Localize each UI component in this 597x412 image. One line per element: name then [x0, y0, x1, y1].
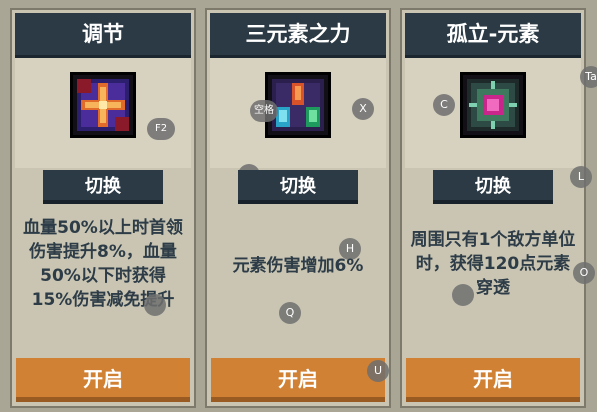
icon-panel: C R — [405, 58, 581, 192]
card-description: 元素伤害增加6% — [232, 256, 364, 276]
toggle-button[interactable]: 切换 — [43, 170, 163, 204]
open-button[interactable]: 开启 — [406, 358, 580, 402]
icon-panel: F2 — [15, 58, 191, 168]
u-key-hint: U — [367, 360, 389, 382]
isolated-element-icon — [460, 72, 526, 138]
card-title: 三元素之力 — [210, 13, 386, 58]
icon-panel: 空格 X Z — [210, 58, 386, 186]
card-description: 周围只有1个敌方单位时，获得120点元素穿透 — [410, 230, 576, 298]
open-button[interactable]: 开启 — [16, 358, 190, 402]
toggle-button[interactable]: 切换 — [238, 170, 358, 204]
card-tri-element: 三元素之力 空格 X Z 切换 H 元素伤害增加6% Q 开启 U — [205, 8, 391, 408]
key-hint-dot — [452, 284, 474, 306]
key-hint-dot — [144, 294, 166, 316]
space-key-hint: 空格 — [250, 100, 278, 122]
c-key-hint: C — [433, 94, 455, 116]
card-isolated-element: 孤立-元素 C R 切换 周围只有1个敌方单位时，获得120点元素穿透 开启 — [400, 8, 586, 408]
x-key-hint: X — [352, 98, 374, 120]
card-title: 孤立-元素 — [405, 13, 581, 58]
tab-key-hint: Ta — [580, 66, 597, 88]
q-key-hint: Q — [279, 302, 301, 324]
f2-key-hint: F2 — [147, 118, 175, 140]
card-title: 调节 — [15, 13, 191, 58]
o-key-hint: O — [573, 262, 595, 284]
open-button[interactable]: 开启 — [211, 358, 385, 402]
l-key-hint: L — [570, 166, 592, 188]
adjust-icon — [70, 72, 136, 138]
card-adjust: 调节 F2 切换 血量50%以上时首领伤害提升8%，血量50%以下时获得15%伤… — [10, 8, 196, 408]
toggle-button[interactable]: 切换 — [433, 170, 553, 204]
